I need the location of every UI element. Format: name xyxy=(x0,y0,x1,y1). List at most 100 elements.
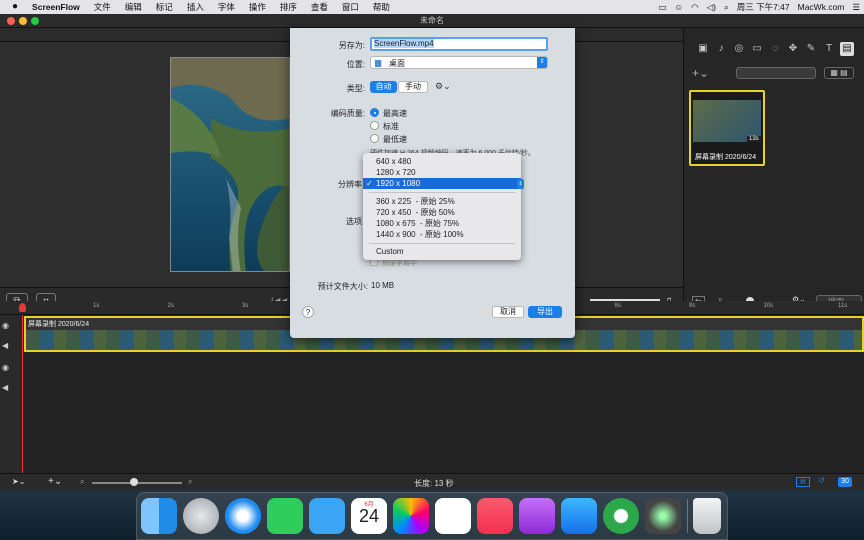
text-icon[interactable]: T xyxy=(822,42,836,56)
menu-insert[interactable]: 插入 xyxy=(180,0,211,14)
options-label: 选项 xyxy=(346,217,362,226)
resolution-dropdown[interactable]: 640 x 480 1280 x 720 ✓ 1920 x 1080 360 x… xyxy=(363,153,521,260)
search-icon[interactable]: ⌕ xyxy=(724,2,729,13)
menu-help[interactable]: 帮助 xyxy=(366,0,397,14)
audio-props-icon[interactable]: ♪ xyxy=(714,42,728,56)
dock-launchpad-icon[interactable] xyxy=(183,498,219,534)
screen-props-icon[interactable]: ▭ xyxy=(750,42,764,56)
user-icon[interactable]: ☺ xyxy=(674,2,683,12)
location-select[interactable]: ▆ 桌面 ⇕ xyxy=(370,56,548,69)
dock-safari-icon[interactable] xyxy=(225,498,261,534)
dock-trash-icon[interactable] xyxy=(693,498,721,534)
track2-visibility-icon[interactable]: ◉ xyxy=(2,363,9,372)
resolution-custom[interactable]: Custom xyxy=(363,246,521,257)
save-as-field[interactable]: ScreenFlow.mp4 xyxy=(370,37,548,51)
dock-reminders-icon[interactable] xyxy=(435,498,471,534)
track1-visibility-icon[interactable]: ◉ xyxy=(2,321,9,330)
resolution-scaled-75[interactable]: 1080 x 675 - 原始 75% xyxy=(363,218,521,229)
screen-icon[interactable]: ▭ xyxy=(658,2,666,13)
menu-font[interactable]: 字体 xyxy=(211,0,242,14)
fps-badge[interactable]: 30 xyxy=(838,477,852,487)
track-controls: ◉ ◀ ◉ ◀ xyxy=(0,315,22,473)
timeline-bottom-bar: ➤⌄ +⌄ ⌕ ⌕ 长度: 13 秒 ▤ ↺ 30 xyxy=(0,473,864,490)
clock-text[interactable]: 周三 下午7:47 xyxy=(737,1,790,13)
resolution-option-1280[interactable]: 1280 x 720 xyxy=(363,167,521,178)
quality-option-best: 最高速 xyxy=(383,109,407,118)
timeline-zoom-out-icon[interactable]: ⌕ xyxy=(80,477,84,487)
track1-audio-icon[interactable]: ◀ xyxy=(2,341,8,350)
pointer-tool-icon[interactable]: ➤⌄ xyxy=(12,477,25,486)
dock-screenflow-icon[interactable] xyxy=(645,498,681,534)
type-auto-button[interactable]: 自动 xyxy=(370,81,397,93)
help-button[interactable]: ? xyxy=(302,306,314,318)
media-library-icon[interactable]: ▤ xyxy=(840,42,854,56)
track2-audio-icon[interactable]: ◀ xyxy=(2,383,8,392)
resolution-scaled-100[interactable]: 1440 x 900 - 原始 100% xyxy=(363,229,521,240)
resolution-select-chevron-icon[interactable]: ⇕ xyxy=(517,179,524,189)
export-button[interactable]: 导出 xyxy=(528,306,562,318)
status-area: ▭ ☺ ◠ ◁) ⌕ 周三 下午7:47 MacWk.com ☰ xyxy=(658,0,860,14)
touch-icon[interactable]: ✥ xyxy=(786,42,800,56)
resolution-scaled-50[interactable]: 720 x 450 - 原始 50% xyxy=(363,207,521,218)
quality-label: 编码质量: xyxy=(330,109,365,118)
dock-calendar-icon[interactable]: 6月 24 xyxy=(351,498,387,534)
add-media-icon[interactable]: +⌄ xyxy=(692,66,709,80)
recording-icon[interactable]: ◎ xyxy=(732,42,746,56)
quality-option-standard: 标准 xyxy=(383,122,399,131)
media-thumbnail[interactable]: 13s 屏幕录制 2020/6/24 xyxy=(689,90,765,166)
menu-action[interactable]: 操作 xyxy=(242,0,273,14)
playhead-handle[interactable] xyxy=(19,303,26,312)
annotation-icon[interactable]: ✎ xyxy=(804,42,818,56)
control-center-icon[interactable]: ☰ xyxy=(852,2,860,13)
location-value: 桌面 xyxy=(389,59,405,68)
grid-view-icon[interactable]: ▦ ▤ xyxy=(824,67,854,79)
loop-icon[interactable]: ↺ xyxy=(818,476,825,485)
timeline-zoom-knob[interactable] xyxy=(130,478,138,486)
volume-icon[interactable]: ◁) xyxy=(707,2,716,13)
menu-mark[interactable]: 标记 xyxy=(149,0,180,14)
wifi-icon[interactable]: ◠ xyxy=(691,2,698,13)
dock-finder-icon[interactable] xyxy=(141,498,177,534)
menu-window[interactable]: 窗口 xyxy=(335,0,366,14)
quality-radio-standard[interactable] xyxy=(370,121,379,130)
menu-arrange[interactable]: 排序 xyxy=(273,0,304,14)
site-text: MacWk.com xyxy=(797,2,845,12)
callout-icon[interactable]: ◌ xyxy=(768,42,782,56)
quality-radio-low[interactable] xyxy=(370,134,379,143)
resolution-label: 分辨率 xyxy=(338,180,362,189)
cancel-button[interactable]: 取消 xyxy=(492,306,524,318)
title-bar: 未命名 xyxy=(0,14,864,28)
dock-messages-icon[interactable] xyxy=(309,498,345,534)
video-props-icon[interactable]: ▣ xyxy=(696,42,710,56)
menu-file[interactable]: 文件 xyxy=(87,0,118,14)
ruler-tick-label: 2s xyxy=(167,303,174,309)
add-track-icon[interactable]: +⌄ xyxy=(48,476,62,487)
video-preview[interactable] xyxy=(170,57,290,272)
folder-icon: ▆ xyxy=(375,58,382,67)
estimate-value: 10 MB xyxy=(371,281,395,290)
menu-app-name[interactable]: ScreenFlow xyxy=(25,0,87,14)
resolution-scaled-25[interactable]: 360 x 225 - 原始 25% xyxy=(363,196,521,207)
resolution-option-640[interactable]: 640 x 480 xyxy=(363,156,521,167)
dock-screenflow-helper-icon[interactable] xyxy=(603,498,639,534)
menu-edit[interactable]: 编辑 xyxy=(118,0,149,14)
quality-radio-best[interactable] xyxy=(370,108,379,117)
ruler-tick-label: 8s xyxy=(614,303,621,309)
library-view-segment[interactable] xyxy=(736,67,816,79)
dock-music-icon[interactable] xyxy=(477,498,513,534)
dropdown-separator xyxy=(369,192,515,193)
type-gear-icon[interactable]: ⚙⌄ xyxy=(435,81,451,92)
dock-app-store-icon[interactable] xyxy=(561,498,597,534)
resolution-option-1920[interactable]: ✓ 1920 x 1080 xyxy=(363,178,521,189)
thumbnail-label: 屏幕录制 2020/6/24 xyxy=(695,154,757,161)
location-chevron-icon: ⇕ xyxy=(537,57,547,68)
type-manual-button[interactable]: 手动 xyxy=(398,81,428,93)
dock-podcasts-icon[interactable] xyxy=(519,498,555,534)
menu-view[interactable]: 查看 xyxy=(304,0,335,14)
dock-photos-icon[interactable] xyxy=(393,498,429,534)
dock-facetime-icon[interactable] xyxy=(267,498,303,534)
caption-toggle-icon[interactable]: ▤ xyxy=(796,477,810,487)
apple-menu-icon[interactable]: ● xyxy=(0,0,25,14)
timeline-zoom-in-icon[interactable]: ⌕ xyxy=(188,477,192,487)
location-label: 位置: xyxy=(346,60,365,69)
